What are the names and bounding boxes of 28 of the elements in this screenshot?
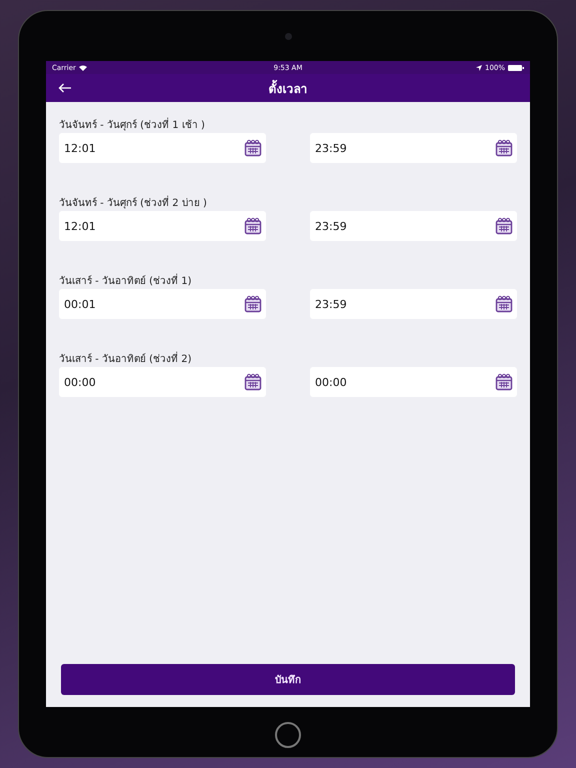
time-field[interactable]: 12:01: [59, 211, 266, 241]
back-arrow-icon[interactable]: [58, 83, 72, 93]
period-label: วันเสาร์ - วันอาทิตย์ (ช่วงที่ 2): [59, 352, 517, 367]
calendar-icon[interactable]: [495, 217, 513, 235]
calendar-icon[interactable]: [244, 139, 262, 157]
period-label: วันเสาร์ - วันอาทิตย์ (ช่วงที่ 1): [59, 274, 517, 289]
time-field[interactable]: 23:59: [310, 289, 517, 319]
location-icon: [476, 64, 482, 70]
home-button[interactable]: [275, 722, 301, 748]
calendar-icon[interactable]: [244, 373, 262, 391]
calendar-icon[interactable]: [495, 373, 513, 391]
page-title: ตั้งเวลา: [268, 78, 308, 98]
calendar-icon[interactable]: [495, 139, 513, 157]
period-label: วันจันทร์ - วันศุกร์ (ช่วงที่ 2 บ่าย ): [59, 196, 517, 211]
time-field[interactable]: 12:01: [59, 133, 266, 163]
battery-icon: [508, 64, 524, 70]
save-button[interactable]: บันทึก: [61, 664, 515, 695]
calendar-icon[interactable]: [495, 295, 513, 313]
calendar-icon[interactable]: [244, 295, 262, 313]
calendar-icon[interactable]: [244, 217, 262, 235]
time-field[interactable]: 00:00: [59, 367, 266, 397]
camera-icon: [284, 33, 292, 40]
time-field[interactable]: 00:00: [310, 367, 517, 397]
period-label: วันจันทร์ - วันศุกร์ (ช่วงที่ 1 เช้า ): [59, 118, 517, 133]
time-field[interactable]: 00:01: [59, 289, 266, 319]
wifi-icon: [78, 64, 87, 70]
time-field[interactable]: 23:59: [310, 211, 517, 241]
time-field[interactable]: 23:59: [310, 133, 517, 163]
